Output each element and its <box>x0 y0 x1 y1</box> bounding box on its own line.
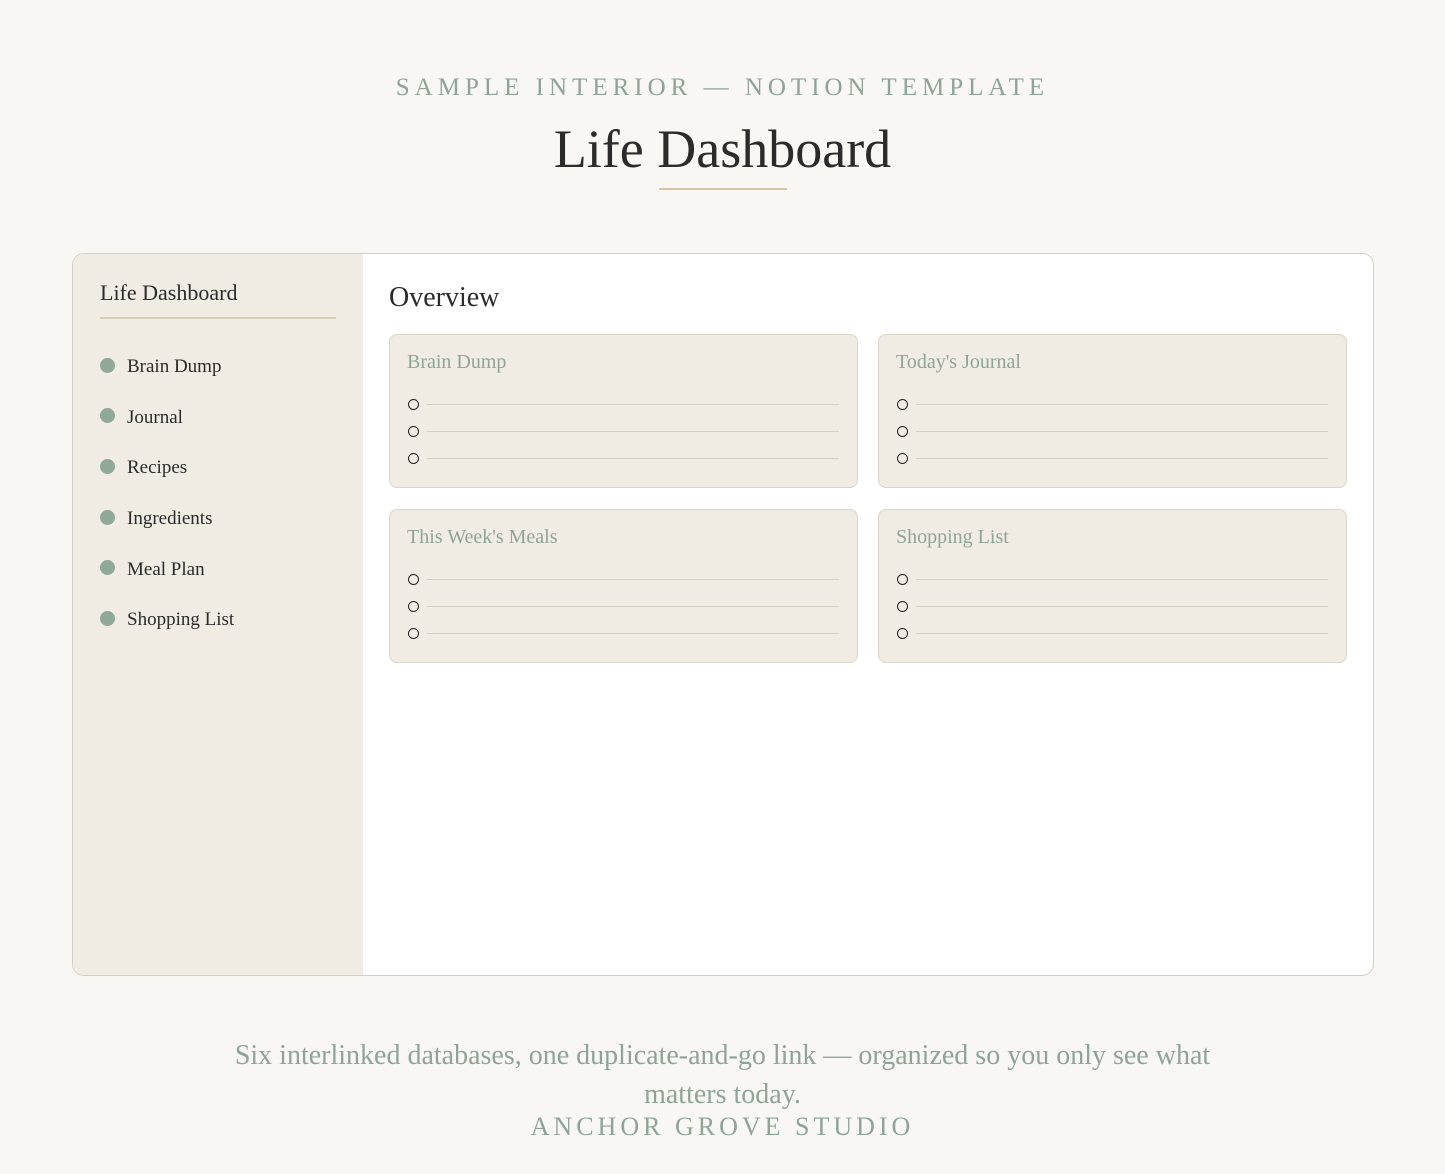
sidebar-item-label: Recipes <box>127 457 188 479</box>
sidebar-item-label: Journal <box>127 406 183 428</box>
sidebar-item-label: Meal Plan <box>127 558 205 580</box>
footer-tagline: Six interlinked databases, one duplicate… <box>234 1040 1211 1110</box>
checkbox-circle-icon[interactable] <box>408 426 419 437</box>
sidebar-item-label: Ingredients <box>127 508 213 530</box>
sidebar-item-journal[interactable]: Journal <box>100 393 234 444</box>
card-todays-journal: Today's Journal <box>878 334 1347 488</box>
line-rule <box>427 605 839 608</box>
card-title: Shopping List <box>896 526 1009 548</box>
checklist-item <box>897 418 1328 445</box>
checklist-item <box>897 593 1328 620</box>
sidebar-item-ingredients[interactable]: Ingredients <box>100 494 234 545</box>
sidebar-item-label: Shopping List <box>127 609 235 631</box>
checklist-item <box>408 391 839 418</box>
line-rule <box>427 457 839 460</box>
bullet-dot-icon <box>100 458 115 474</box>
sidebar-item-meal-plan[interactable]: Meal Plan <box>100 544 234 595</box>
checklist-item <box>408 566 839 593</box>
bullet-dot-icon <box>100 560 115 576</box>
line-rule <box>916 578 1328 581</box>
checkbox-circle-icon[interactable] <box>408 601 419 612</box>
sidebar-item-brain-dump[interactable]: Brain Dump <box>100 342 234 393</box>
checklist-item <box>897 391 1328 418</box>
checklist <box>408 391 839 472</box>
line-rule <box>916 632 1328 635</box>
checklist-item <box>408 620 839 647</box>
card-title: Brain Dump <box>407 351 507 373</box>
checkbox-circle-icon[interactable] <box>897 453 908 464</box>
app-window: Life Dashboard Brain Dump Journal Recipe… <box>72 253 1374 976</box>
sidebar-item-recipes[interactable]: Recipes <box>100 443 234 494</box>
sidebar-item-shopping-list[interactable]: Shopping List <box>100 595 234 646</box>
checkbox-circle-icon[interactable] <box>897 399 908 410</box>
sidebar-nav: Brain Dump Journal Recipes Ingredients M… <box>100 342 234 646</box>
sidebar: Life Dashboard Brain Dump Journal Recipe… <box>73 254 363 975</box>
line-rule <box>427 632 839 635</box>
sidebar-title: Life Dashboard <box>100 280 238 305</box>
card-this-weeks-meals: This Week's Meals <box>389 509 858 663</box>
checklist-item <box>897 620 1328 647</box>
sidebar-item-label: Brain Dump <box>127 356 222 378</box>
checklist-item <box>408 418 839 445</box>
line-rule <box>916 457 1328 460</box>
checklist-item <box>408 593 839 620</box>
checklist-item <box>897 445 1328 472</box>
line-rule <box>916 605 1328 608</box>
bullet-dot-icon <box>100 610 115 626</box>
checkbox-circle-icon[interactable] <box>408 453 419 464</box>
checklist <box>897 566 1328 647</box>
line-rule <box>427 430 839 433</box>
checklist-item <box>408 445 839 472</box>
checkbox-circle-icon[interactable] <box>897 601 908 612</box>
title-underline <box>659 188 787 190</box>
checkbox-circle-icon[interactable] <box>897 426 908 437</box>
header-eyebrow: SAMPLE INTERIOR — NOTION TEMPLATE <box>395 74 1050 101</box>
line-rule <box>916 430 1328 433</box>
overview-heading: Overview <box>389 282 500 313</box>
checkbox-circle-icon[interactable] <box>897 628 908 639</box>
card-title: This Week's Meals <box>407 526 558 548</box>
line-rule <box>427 403 839 406</box>
checkbox-circle-icon[interactable] <box>897 574 908 585</box>
checklist <box>897 391 1328 472</box>
line-rule <box>916 403 1328 406</box>
main-content: Overview Brain Dump Today's Journal This… <box>363 254 1373 975</box>
checklist <box>408 566 839 647</box>
checkbox-circle-icon[interactable] <box>408 574 419 585</box>
bullet-dot-icon <box>100 357 115 373</box>
card-shopping-list: Shopping List <box>878 509 1347 663</box>
studio-name: ANCHOR GROVE STUDIO <box>530 1112 915 1141</box>
sidebar-divider <box>100 317 336 319</box>
page-title: Life Dashboard <box>553 119 892 179</box>
bullet-dot-icon <box>100 408 115 424</box>
card-brain-dump: Brain Dump <box>389 334 858 488</box>
card-title: Today's Journal <box>896 351 1021 373</box>
checkbox-circle-icon[interactable] <box>408 399 419 410</box>
checkbox-circle-icon[interactable] <box>408 628 419 639</box>
line-rule <box>427 578 839 581</box>
bullet-dot-icon <box>100 509 115 525</box>
checklist-item <box>897 566 1328 593</box>
